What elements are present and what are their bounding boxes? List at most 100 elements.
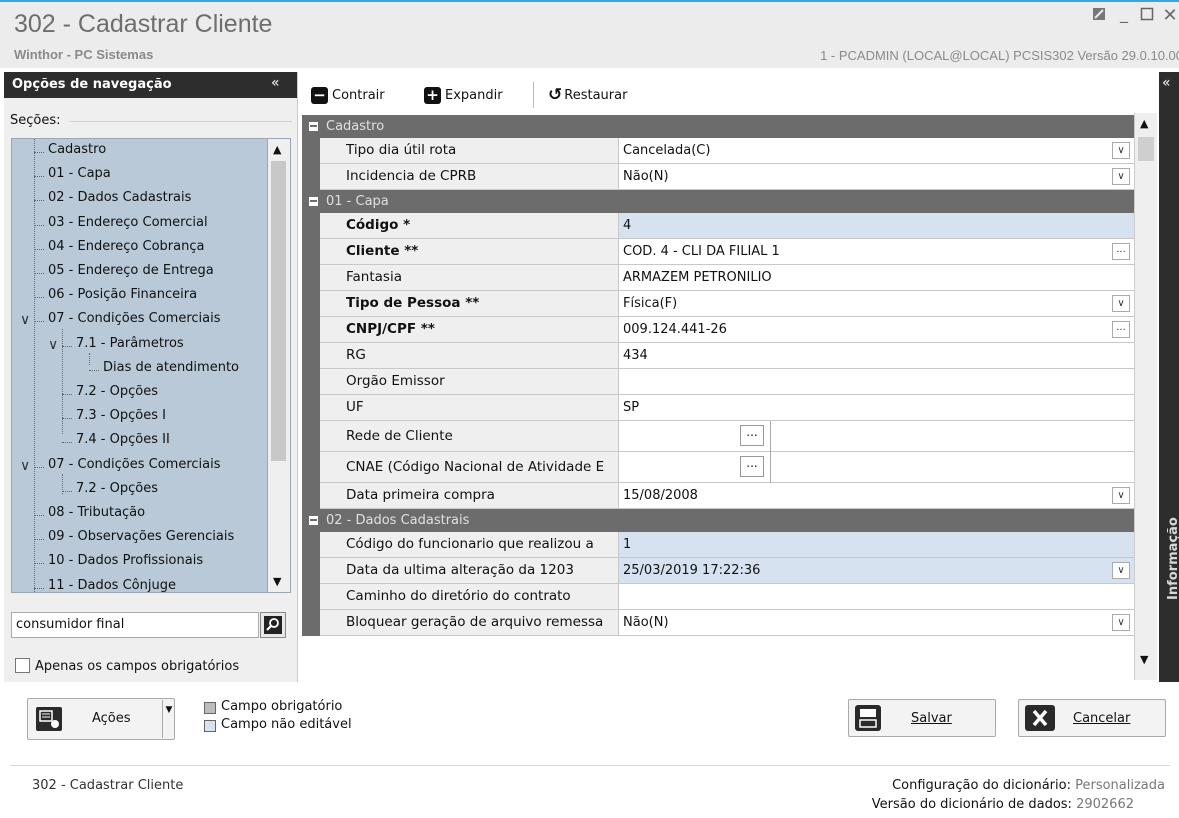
actions-dropdown-icon[interactable]: ▼ [162, 700, 175, 738]
tree-expand-icon[interactable]: ∨ [20, 458, 30, 474]
property-value-field[interactable]: Física(F) ∨ [619, 291, 1134, 317]
restore-window-icon[interactable] [1089, 6, 1109, 26]
chevron-down-icon[interactable]: ∨ [1112, 562, 1130, 579]
section-search-input[interactable]: consumidor final [11, 612, 259, 638]
tree-expand-icon[interactable]: ∨ [20, 312, 30, 328]
row-gutter [302, 395, 320, 421]
scroll-thumb[interactable] [271, 161, 286, 461]
property-value-field[interactable]: ARMAZEM PETRONILIO [619, 265, 1134, 291]
property-value-field[interactable]: ... [619, 452, 1134, 483]
sections-tree[interactable]: Cadastro 01 - Capa 02 - Dados Cadastrais 03… [11, 138, 268, 593]
tree-item[interactable]: 04 - Endereço Cobrança [48, 239, 204, 254]
tree-item[interactable]: 07 - Condições Comerciais [48, 311, 221, 326]
chevron-down-icon[interactable]: ∨ [1112, 295, 1130, 312]
property-value-field[interactable]: 25/03/2019 17:22:36 ∨ [619, 558, 1134, 584]
chevron-down-icon[interactable]: ∨ [1112, 142, 1130, 159]
property-value-field[interactable]: 15/08/2008 ∨ [619, 483, 1134, 509]
property-value-field[interactable] [619, 584, 1134, 610]
actions-button[interactable]: Ações ▼ [27, 698, 175, 740]
scroll-up-icon[interactable]: ▲ [273, 143, 281, 156]
scroll-thumb[interactable] [1138, 137, 1154, 161]
dictionary-config-value: Personalizada [1075, 778, 1165, 793]
property-label: UF [320, 395, 619, 421]
tree-item[interactable]: 7.4 - Opções II [76, 432, 170, 447]
property-value-field[interactable]: 1 [619, 532, 1134, 558]
scroll-down-icon[interactable]: ▼ [273, 575, 281, 588]
property-value-field[interactable]: 434 [619, 343, 1134, 369]
tree-scrollbar[interactable]: ▲ ▼ [268, 138, 291, 593]
tree-expand-icon[interactable]: ∨ [48, 337, 58, 353]
required-only-checkbox[interactable] [15, 658, 30, 673]
row-gutter [302, 265, 320, 291]
tree-connector [34, 224, 44, 226]
tree-item[interactable]: Cadastro [48, 142, 106, 157]
tree-item[interactable]: 11 - Dados Cônjuge [48, 578, 176, 592]
tree-connector [89, 353, 90, 365]
collapse-category-icon[interactable] [309, 197, 318, 206]
property-label: Bloquear geração de arquivo remessa [320, 610, 619, 636]
tree-connector [62, 490, 72, 492]
category-row[interactable]: 02 - Dados Cadastrais [302, 509, 1134, 532]
grid-scrollbar[interactable]: ▲ ▼ [1134, 113, 1157, 680]
tree-item[interactable]: 7.1 - Parâmetros [76, 336, 184, 351]
property-row: Data da ultima alteração da 1203 25/03/20… [302, 558, 1134, 584]
row-gutter [302, 452, 320, 483]
close-icon[interactable]: ✕ [1160, 6, 1179, 26]
property-value: 434 [623, 348, 648, 363]
property-value-field[interactable]: SP [619, 395, 1134, 421]
collapse-category-icon[interactable] [309, 516, 318, 525]
tree-connector [34, 248, 44, 250]
property-value-field[interactable]: ... [619, 421, 1134, 452]
expand-info-icon[interactable]: « [1162, 75, 1171, 91]
collapse-all-button[interactable]: − Contrair [311, 84, 385, 106]
save-button[interactable]: Salvar [848, 699, 996, 737]
property-value-field[interactable]: 4 [619, 213, 1134, 239]
tree-item[interactable]: 10 - Dados Profissionais [48, 553, 203, 568]
tree-item[interactable]: 7.3 - Opções I [76, 408, 166, 423]
property-value-field[interactable]: 009.124.441-26... [619, 317, 1134, 343]
minimize-icon[interactable]: _ [1114, 4, 1134, 24]
property-row: Tipo de Pessoa ** Física(F) ∨ [302, 291, 1134, 317]
search-button[interactable] [260, 612, 286, 638]
property-value-field[interactable]: Não(N) ∨ [619, 164, 1134, 190]
ellipsis-button[interactable]: ... [1112, 321, 1130, 338]
tree-item[interactable]: 7.2 - Opções [76, 481, 158, 496]
lookup-button[interactable]: ... [740, 425, 764, 446]
property-value-field[interactable]: COD. 4 - CLI DA FILIAL 1... [619, 239, 1134, 265]
tree-item[interactable]: 05 - Endereço de Entrega [48, 263, 214, 278]
property-value-field[interactable] [619, 369, 1134, 395]
scroll-down-icon[interactable]: ▼ [1140, 653, 1148, 666]
tree-item[interactable]: 03 - Endereço Comercial [48, 215, 208, 230]
property-value-field[interactable]: Não(N) ∨ [619, 610, 1134, 636]
collapse-nav-icon[interactable]: « [271, 75, 280, 91]
category-row[interactable]: Cadastro [302, 115, 1134, 138]
tree-item[interactable]: 07 - Condições Comerciais [48, 457, 221, 472]
tree-item[interactable]: Dias de atendimento [103, 360, 239, 375]
property-label: Rede de Cliente [320, 421, 619, 452]
chevron-down-icon[interactable]: ∨ [1112, 487, 1130, 504]
expand-all-button[interactable]: + Expandir [424, 84, 503, 106]
cancel-label: Cancelar [1073, 710, 1131, 726]
category-row[interactable]: 01 - Capa [302, 190, 1134, 213]
property-value-field[interactable]: Cancelada(C) ∨ [619, 138, 1134, 164]
restore-button[interactable]: ↺ Restaurar [548, 84, 627, 106]
tree-item[interactable]: 06 - Posição Financeira [48, 287, 197, 302]
tree-item[interactable]: 7.2 - Opções [76, 384, 158, 399]
lookup-button[interactable]: ... [740, 456, 764, 477]
property-row: CNPJ/CPF ** 009.124.441-26... [302, 317, 1134, 343]
row-gutter [302, 239, 320, 265]
ellipsis-button[interactable]: ... [1112, 243, 1130, 260]
maximize-icon[interactable] [1137, 6, 1157, 26]
dictionary-version-label: Versão do dicionário de dados: [871, 797, 1072, 812]
tree-item[interactable]: 02 - Dados Cadastrais [48, 190, 191, 205]
tree-item[interactable]: 01 - Capa [48, 166, 111, 181]
scroll-up-icon[interactable]: ▲ [1140, 117, 1148, 130]
tree-connector [62, 394, 72, 395]
tree-connector [34, 297, 44, 299]
collapse-category-icon[interactable] [309, 122, 318, 131]
cancel-button[interactable]: Cancelar [1018, 699, 1166, 737]
tree-item[interactable]: 08 - Tributação [48, 505, 145, 520]
chevron-down-icon[interactable]: ∨ [1112, 168, 1130, 185]
chevron-down-icon[interactable]: ∨ [1112, 614, 1130, 631]
tree-item[interactable]: 09 - Observações Gerenciais [48, 529, 234, 544]
